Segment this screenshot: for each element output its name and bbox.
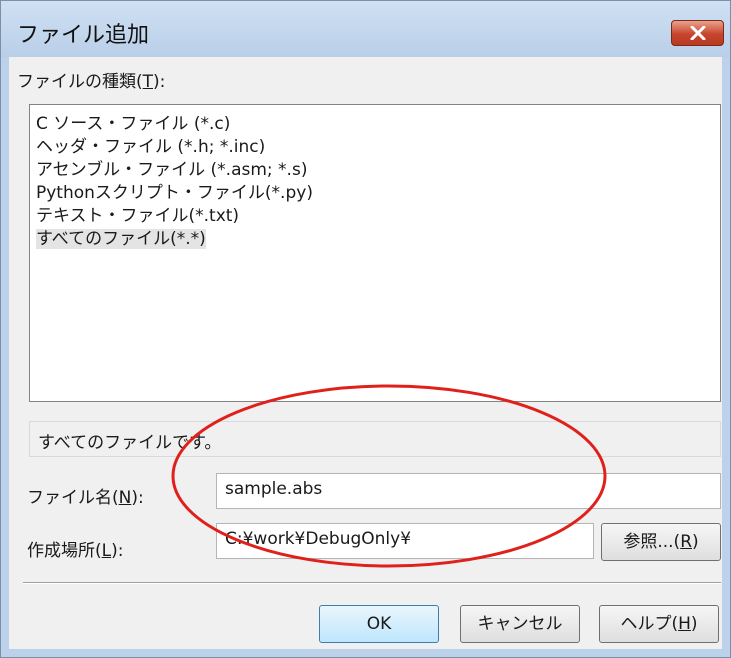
dialog-title: ファイル追加 — [17, 23, 150, 48]
browse-button[interactable]: 参照...(R) — [601, 523, 721, 561]
separator — [23, 582, 721, 584]
list-item[interactable]: Pythonスクリプト・ファイル(*.py) — [36, 182, 720, 205]
file-type-label: ファイルの種類(T): — [17, 72, 166, 92]
location-label: 作成場所(L): — [27, 541, 124, 561]
cancel-button[interactable]: キャンセル — [460, 605, 580, 643]
close-button[interactable] — [671, 20, 724, 46]
ok-button[interactable]: OK — [319, 605, 439, 643]
list-item[interactable]: アセンブル・ファイル (*.asm; *.s) — [36, 159, 720, 182]
list-item[interactable]: C ソース・ファイル (*.c) — [36, 113, 720, 136]
list-item-selected[interactable]: すべてのファイル(*.*) — [36, 228, 720, 251]
list-item[interactable]: テキスト・ファイル(*.txt) — [36, 205, 720, 228]
annotation-ellipse — [171, 384, 607, 568]
list-item[interactable]: ヘッダ・ファイル (*.h; *.inc) — [36, 136, 720, 159]
help-button[interactable]: ヘルプ(H) — [599, 605, 719, 643]
title-bar[interactable]: ファイル追加 — [1, 1, 730, 57]
file-type-list[interactable]: C ソース・ファイル (*.c) ヘッダ・ファイル (*.h; *.inc) ア… — [29, 104, 721, 402]
close-icon — [690, 26, 706, 40]
file-name-label: ファイル名(N): — [27, 488, 144, 508]
